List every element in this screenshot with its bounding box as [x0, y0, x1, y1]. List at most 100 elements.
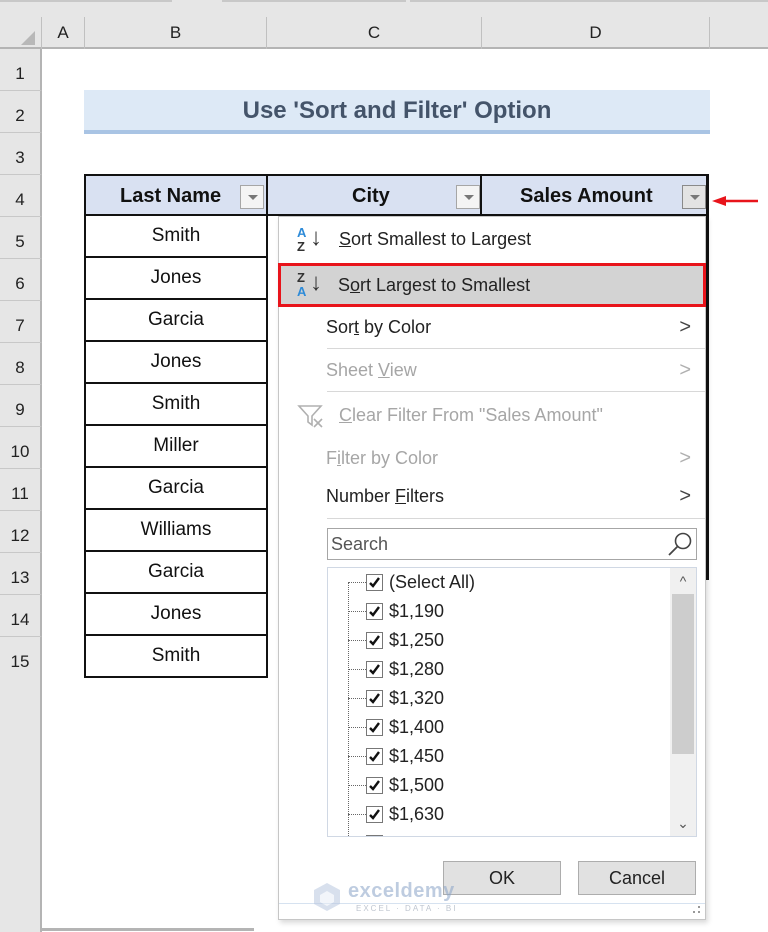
scroll-down-icon[interactable]: ⌄	[670, 810, 696, 836]
table-row-last-name[interactable]: Williams	[84, 510, 268, 552]
table-row-last-name[interactable]: Smith	[84, 216, 268, 258]
row-header-2[interactable]: 2	[0, 91, 42, 133]
clear-filter-icon	[297, 405, 323, 428]
checkbox-checked[interactable]	[366, 632, 383, 649]
row-header-11[interactable]: 11	[0, 469, 42, 511]
filter-value-item-partial[interactable]	[348, 829, 648, 836]
row-header-7[interactable]: 7	[0, 301, 42, 343]
scroll-thumb[interactable]	[672, 594, 694, 754]
row-header-3[interactable]: 3	[0, 133, 42, 175]
sheet-title: Use 'Sort and Filter' Option	[84, 90, 710, 134]
filter-search-input[interactable]	[331, 531, 661, 557]
filter-value-item[interactable]: $1,280	[348, 655, 648, 684]
filter-value-item[interactable]: $1,450	[348, 742, 648, 771]
cancel-button[interactable]: Cancel	[578, 861, 696, 895]
table-row-last-name[interactable]: Jones	[84, 342, 268, 384]
filter-value-label: $1,400	[389, 717, 445, 737]
list-scrollbar[interactable]: ^ ⌄	[670, 568, 696, 836]
column-header-d[interactable]: D	[482, 17, 710, 49]
filter-value-label: $1,320	[389, 688, 445, 708]
table-row-last-name[interactable]: Jones	[84, 594, 268, 636]
checkbox-checked[interactable]	[366, 835, 383, 836]
header-city-label: City	[352, 185, 390, 207]
row-header-blank	[0, 678, 42, 932]
row-header-8[interactable]: 8	[0, 343, 42, 385]
checkbox-checked[interactable]	[366, 777, 383, 794]
row-header-10[interactable]: 10	[0, 427, 42, 469]
filter-value-item[interactable]: $1,190	[348, 597, 648, 626]
filter-values-list: (Select All) $1,190 $1,250 $1,280 $1,320 $1,4…	[327, 567, 697, 837]
row-header-1[interactable]: 1	[0, 49, 42, 91]
filter-value-item[interactable]: $1,500	[348, 771, 648, 800]
row-header-5[interactable]: 5	[0, 217, 42, 259]
table-row-last-name[interactable]: Garcia	[84, 552, 268, 594]
tree-dots	[348, 611, 366, 612]
scroll-up-icon[interactable]: ^	[670, 568, 696, 594]
header-sales-amount: Sales Amount	[480, 174, 709, 216]
menu-separator	[327, 391, 705, 392]
tree-dots	[348, 727, 366, 728]
menu-sort-by-color[interactable]: Sort by Color >	[279, 307, 705, 347]
row-header-4[interactable]: 4	[0, 175, 42, 217]
checkbox-checked[interactable]	[366, 690, 383, 707]
header-last-name: Last Name	[84, 174, 268, 216]
column-headers: A B C D	[0, 17, 768, 49]
filter-search-box	[327, 528, 697, 560]
checkbox-checked[interactable]	[366, 719, 383, 736]
chevron-right-icon: >	[679, 447, 691, 469]
row-header-9[interactable]: 9	[0, 385, 42, 427]
row-header-15[interactable]: 15	[0, 637, 42, 679]
table-row-last-name[interactable]: Smith	[84, 384, 268, 426]
menu-filter-by-color[interactable]: Filter by Color >	[279, 438, 705, 478]
checkbox-checked[interactable]	[366, 603, 383, 620]
filter-value-label: $1,250	[389, 630, 445, 650]
checkbox-checked[interactable]	[366, 661, 383, 678]
menu-clear-filter[interactable]: Clear Filter From "Sales Amount"	[279, 395, 705, 435]
row-header-12[interactable]: 12	[0, 511, 42, 553]
watermark-logo-icon	[314, 883, 340, 911]
autofilter-menu: A Z ↓ Sort Smallest to Largest Z A ↓ Sor…	[278, 216, 706, 920]
table-row-last-name[interactable]: Garcia	[84, 300, 268, 342]
row-header-13[interactable]: 13	[0, 553, 42, 595]
checkbox-checked[interactable]	[366, 748, 383, 765]
search-icon	[668, 532, 692, 556]
tree-dots	[348, 669, 366, 670]
filter-value-item[interactable]: $1,400	[348, 713, 648, 742]
table-row-last-name[interactable]: Smith	[84, 636, 268, 678]
red-arrow-indicator	[712, 196, 758, 206]
row-header-14[interactable]: 14	[0, 595, 42, 637]
filter-dropdown-sales-amount[interactable]	[682, 185, 706, 209]
column-header-a[interactable]: A	[42, 17, 85, 49]
select-all-corner[interactable]	[0, 17, 42, 49]
menu-sort-largest-to-smallest[interactable]: Z A ↓ Sort Largest to Smallest	[278, 263, 706, 307]
filter-dropdown-city[interactable]	[456, 185, 480, 209]
column-header-c[interactable]: C	[267, 17, 482, 49]
sort-ascending-icon: A Z ↓	[297, 224, 322, 254]
header-city: City	[266, 174, 482, 216]
filter-value-item[interactable]: $1,630	[348, 800, 648, 829]
filter-value-label: (Select All)	[389, 572, 476, 592]
resize-grip-icon[interactable]	[691, 905, 701, 915]
menu-sheet-view[interactable]: Sheet View >	[279, 350, 705, 390]
checkbox-checked[interactable]	[366, 574, 383, 591]
chevron-right-icon: >	[679, 485, 691, 507]
filter-value-item[interactable]: $1,250	[348, 626, 648, 655]
menu-number-filters[interactable]: Number Filters >	[279, 476, 705, 516]
table-row-last-name[interactable]: Jones	[84, 258, 268, 300]
sort-descending-icon: Z A ↓	[297, 269, 322, 299]
chevron-right-icon: >	[679, 316, 691, 338]
filter-value-item[interactable]: $1,320	[348, 684, 648, 713]
row-header-6[interactable]: 6	[0, 259, 42, 301]
watermark: exceldemy EXCEL · DATA · BI	[312, 880, 462, 918]
menu-sort-smallest-to-largest[interactable]: A Z ↓ Sort Smallest to Largest	[279, 219, 705, 259]
checkbox-checked[interactable]	[366, 806, 383, 823]
table-row-last-name[interactable]: Garcia	[84, 468, 268, 510]
table-row-last-name[interactable]: Miller	[84, 426, 268, 468]
select-all-checkbox-item[interactable]: (Select All)	[348, 568, 648, 597]
column-header-b[interactable]: B	[85, 17, 267, 49]
ribbon-edge	[0, 0, 768, 17]
filter-dropdown-last-name[interactable]	[240, 185, 264, 209]
spreadsheet: A B C D 1 2 3 4 5 6 7 8 9 10 11 12 13 14 15 Use 'Sort …	[0, 0, 768, 932]
header-sales-amount-label: Sales Amount	[520, 185, 653, 207]
filter-value-label: $1,630	[389, 804, 445, 824]
